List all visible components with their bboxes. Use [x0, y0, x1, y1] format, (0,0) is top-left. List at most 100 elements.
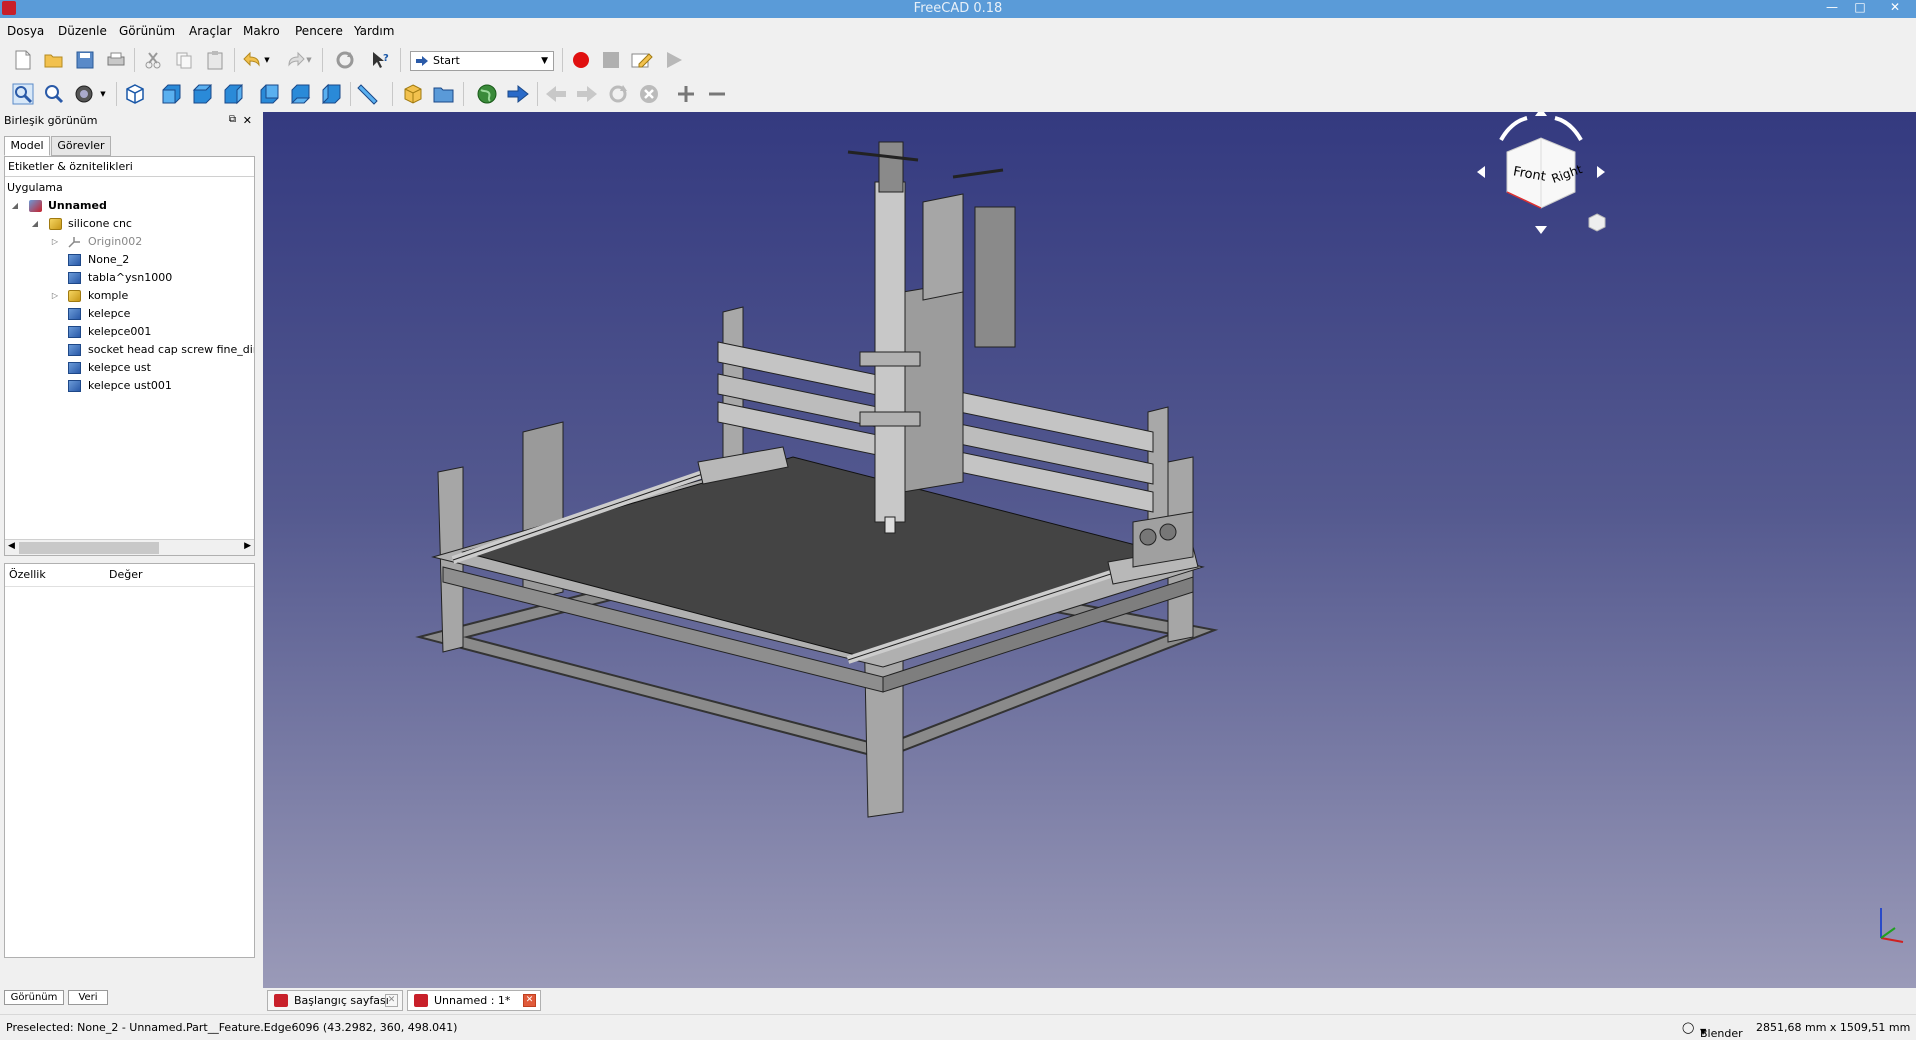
- expand-toggle-icon[interactable]: ◢: [30, 215, 40, 233]
- origin-icon: [68, 236, 81, 248]
- copy-icon[interactable]: [173, 49, 195, 71]
- save-icon[interactable]: [74, 49, 96, 71]
- create-group-icon[interactable]: [433, 83, 455, 105]
- combo-view-title: Birleşik görünüm ⧉ ✕: [4, 114, 252, 127]
- expand-toggle-icon[interactable]: ◢: [10, 197, 20, 215]
- menu-file[interactable]: Dosya: [7, 24, 44, 38]
- scroll-right-icon[interactable]: ▶: [244, 541, 251, 551]
- 3d-viewport[interactable]: Front Right: [263, 112, 1916, 988]
- freecad-doc-icon: [414, 994, 428, 1007]
- view-front-icon[interactable]: [160, 83, 182, 105]
- close-panel-icon[interactable]: ✕: [243, 114, 252, 127]
- solid-icon: [68, 326, 81, 338]
- scroll-left-icon[interactable]: ◀: [8, 541, 15, 551]
- expand-toggle-icon[interactable]: ▷: [50, 233, 60, 251]
- zoom-in-icon[interactable]: [675, 83, 697, 105]
- close-tab-icon[interactable]: ✕: [385, 994, 398, 1007]
- web-globe-icon[interactable]: [476, 83, 498, 105]
- separator: [400, 48, 401, 72]
- title-bar: FreeCAD 0.18 — □ ✕: [0, 0, 1916, 18]
- web-back-icon[interactable]: [545, 83, 567, 105]
- navcube-menu-icon[interactable]: [1586, 212, 1608, 234]
- zoom-out-icon[interactable]: [706, 83, 728, 105]
- separator: [116, 82, 117, 106]
- fit-all-icon[interactable]: [12, 83, 34, 105]
- menu-edit[interactable]: Düzenle: [58, 24, 107, 38]
- menu-help[interactable]: Yardım: [354, 24, 394, 38]
- window-title: FreeCAD 0.18: [913, 1, 1003, 16]
- cnc-machine-model[interactable]: [263, 112, 1916, 988]
- separator: [562, 48, 563, 72]
- chevron-down-icon: ▼: [541, 56, 548, 66]
- open-folder-icon[interactable]: [43, 49, 65, 71]
- refresh-icon[interactable]: [334, 49, 356, 71]
- solid-icon: [68, 308, 81, 320]
- header-divider: [5, 586, 254, 587]
- web-forward-icon[interactable]: [576, 83, 598, 105]
- menu-windows[interactable]: Pencere: [295, 24, 343, 38]
- tab-data-properties[interactable]: Veri: [68, 990, 108, 1005]
- document-tabs: Başlangıç sayfası ✕ Unnamed : 1* ✕: [263, 988, 1916, 1012]
- menu-tools[interactable]: Araçlar: [189, 24, 232, 38]
- tab-model[interactable]: Model: [4, 136, 50, 156]
- draw-style-icon[interactable]: [74, 83, 96, 105]
- new-document-icon[interactable]: [12, 49, 34, 71]
- separator: [234, 48, 235, 72]
- tab-view-properties[interactable]: Görünüm: [4, 990, 64, 1005]
- toolbar-file: ▼ ▼ ? Start ▼: [0, 44, 1916, 76]
- model-tree: Etiketler & öznitelikleri Uygulama ◢ Unn…: [4, 156, 255, 556]
- menu-bar: Dosya Düzenle Görünüm Araçlar Makro Penc…: [0, 18, 1916, 42]
- view-right-icon[interactable]: [222, 83, 244, 105]
- solid-icon: [68, 362, 81, 374]
- fit-selection-icon[interactable]: [43, 83, 65, 105]
- redo-icon[interactable]: [284, 49, 306, 71]
- undock-icon[interactable]: ⧉: [229, 114, 236, 125]
- macro-edit-icon[interactable]: [631, 49, 653, 71]
- separator: [537, 82, 538, 106]
- macro-execute-icon[interactable]: [663, 49, 685, 71]
- tab-unnamed-document[interactable]: Unnamed : 1* ✕: [407, 990, 541, 1011]
- paste-icon[interactable]: [204, 49, 226, 71]
- view-isometric-icon[interactable]: [124, 83, 146, 105]
- menu-macro[interactable]: Makro: [243, 24, 280, 38]
- svg-text:?: ?: [383, 53, 389, 64]
- maximize-button[interactable]: □: [1846, 0, 1874, 18]
- create-part-icon[interactable]: [402, 83, 424, 105]
- scrollbar-thumb[interactable]: [19, 542, 159, 554]
- view-bottom-icon[interactable]: [289, 83, 311, 105]
- close-tab-icon[interactable]: ✕: [523, 994, 536, 1007]
- tree-item-application[interactable]: Uygulama: [7, 179, 63, 197]
- part-icon: [68, 290, 81, 302]
- draw-style-dropdown-icon[interactable]: ▼: [98, 83, 108, 105]
- redo-dropdown-icon[interactable]: ▼: [304, 49, 314, 71]
- web-refresh-icon[interactable]: [607, 83, 629, 105]
- menu-view[interactable]: Görünüm: [119, 24, 175, 38]
- web-go-icon[interactable]: [507, 83, 529, 105]
- cut-icon[interactable]: [142, 49, 164, 71]
- workbench-label: Start: [433, 54, 460, 67]
- view-top-icon[interactable]: [191, 83, 213, 105]
- status-bar: Preselected: None_2 - Unnamed.Part__Feat…: [0, 1014, 1916, 1040]
- navigation-cube[interactable]: Front Right: [1471, 112, 1611, 242]
- undo-icon[interactable]: [242, 49, 264, 71]
- expand-toggle-icon[interactable]: ▷: [50, 287, 60, 305]
- property-column-header: Özellik: [9, 568, 46, 581]
- minimize-button[interactable]: —: [1818, 0, 1846, 18]
- tree-horizontal-scrollbar[interactable]: ◀ ▶: [5, 539, 254, 555]
- separator: [134, 48, 135, 72]
- measure-distance-icon[interactable]: [357, 83, 379, 105]
- undo-dropdown-icon[interactable]: ▼: [262, 49, 272, 71]
- close-button[interactable]: ✕: [1874, 0, 1916, 18]
- macro-record-icon[interactable]: [570, 49, 592, 71]
- tab-start-page[interactable]: Başlangıç sayfası ✕: [267, 990, 403, 1011]
- view-left-icon[interactable]: [320, 83, 342, 105]
- combo-view-panel: Birleşik görünüm ⧉ ✕ Model Görevler Etik…: [0, 110, 258, 1005]
- workbench-selector[interactable]: Start ▼: [410, 51, 554, 71]
- separator: [392, 82, 393, 106]
- web-stop-icon[interactable]: [638, 83, 660, 105]
- print-icon[interactable]: [105, 49, 127, 71]
- whats-this-icon[interactable]: ?: [370, 49, 392, 71]
- tab-tasks[interactable]: Görevler: [51, 136, 111, 156]
- view-rear-icon[interactable]: [258, 83, 280, 105]
- macro-stop-icon[interactable]: [600, 49, 622, 71]
